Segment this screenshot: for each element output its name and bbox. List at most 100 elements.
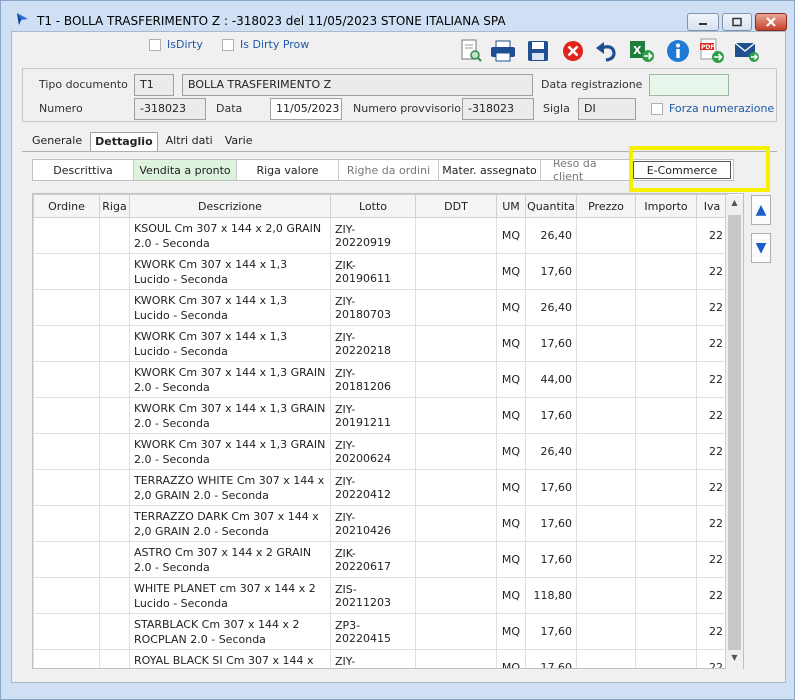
cell-lotto[interactable]: ZIY-20220406 [330,649,416,668]
subtab-mater-assegnato[interactable]: Mater. assegnato [439,160,541,180]
forza-numerazione-checkbox[interactable]: Forza numerazione [651,102,774,115]
cell-um[interactable]: MQ [496,541,526,578]
scrollbar-thumb[interactable] [728,215,741,650]
column-header-ddt[interactable]: DDT [415,194,497,218]
cell-um[interactable]: MQ [496,361,526,398]
column-header-quantita[interactable]: Quantita [525,194,577,218]
column-header-ordine[interactable]: Ordine [33,194,100,218]
column-header-descrizione[interactable]: Descrizione [129,194,331,218]
cell-prezzo[interactable] [576,613,636,650]
table-row[interactable]: ROYAL BLACK SI Cm 307 x 144 x 2,0ZIY-202… [33,649,728,668]
cell-quantita[interactable]: 17,60 [525,649,577,668]
cell-iva[interactable]: 22 [696,577,728,614]
cell-riga[interactable] [99,505,130,542]
cell-riga[interactable] [99,577,130,614]
cell-prezzo[interactable] [576,361,636,398]
cell-quantita[interactable]: 26,40 [525,289,577,326]
table-row[interactable]: KWORK Cm 307 x 144 x 1,3 GRAIN 2.0 - Sec… [33,397,728,434]
table-row[interactable]: TERRAZZO WHITE Cm 307 x 144 x 2,0 GRAIN … [33,469,728,506]
cell-quantita[interactable]: 17,60 [525,469,577,506]
cell-um[interactable]: MQ [496,217,526,254]
cell-importo[interactable] [635,397,697,434]
cell-importo[interactable] [635,289,697,326]
subtab-descrittiva[interactable]: Descrittiva [33,160,134,180]
scroll-down-arrow-icon[interactable]: ▼ [729,653,740,665]
cell-quantita[interactable]: 44,00 [525,361,577,398]
tab-generale[interactable]: Generale [28,132,86,152]
column-header-iva[interactable]: Iva [696,194,728,218]
cell-quantita[interactable]: 17,60 [525,541,577,578]
cell-ordine[interactable] [33,397,100,434]
cell-descrizione[interactable]: KSOUL Cm 307 x 144 x 2,0 GRAIN 2.0 - Sec… [129,217,331,254]
print-button[interactable] [490,38,516,64]
tipo-documento-code-field[interactable]: T1 [134,74,174,96]
cell-riga[interactable] [99,433,130,470]
cell-ddt[interactable] [415,613,497,650]
subtab-riga-valore[interactable]: Riga valore [237,160,339,180]
cell-um[interactable]: MQ [496,397,526,434]
cell-ordine[interactable] [33,613,100,650]
cell-iva[interactable]: 22 [696,469,728,506]
minimize-button[interactable] [687,13,719,31]
cell-quantita[interactable]: 26,40 [525,433,577,470]
cell-descrizione[interactable]: WHITE PLANET cm 307 x 144 x 2 Lucido - S… [129,577,331,614]
cell-iva[interactable]: 22 [696,217,728,254]
cell-ordine[interactable] [33,361,100,398]
search-document-button[interactable] [458,38,484,64]
cell-ddt[interactable] [415,649,497,668]
cell-iva[interactable]: 22 [696,325,728,362]
cell-um[interactable]: MQ [496,325,526,362]
cell-lotto[interactable]: ZIK-20220617 [330,541,416,578]
cell-prezzo[interactable] [576,289,636,326]
cell-quantita[interactable]: 17,60 [525,613,577,650]
table-row[interactable]: KWORK Cm 307 x 144 x 1,3 GRAIN 2.0 - Sec… [33,361,728,398]
column-header-riga[interactable]: Riga [99,194,130,218]
cell-importo[interactable] [635,505,697,542]
cell-importo[interactable] [635,361,697,398]
cell-prezzo[interactable] [576,397,636,434]
numero-provvisorio-field[interactable]: -318023 [462,98,534,120]
cell-um[interactable]: MQ [496,577,526,614]
cell-iva[interactable]: 22 [696,613,728,650]
cell-ordine[interactable] [33,253,100,290]
cell-ddt[interactable] [415,361,497,398]
cell-descrizione[interactable]: STARBLACK Cm 307 x 144 x 2 ROCPLAN 2.0 -… [129,613,331,650]
cell-descrizione[interactable]: KWORK Cm 307 x 144 x 1,3 GRAIN 2.0 - Sec… [129,433,331,470]
tipo-documento-description-field[interactable]: BOLLA TRASFERIMENTO Z [182,74,533,96]
move-row-up-button[interactable]: ▲ [751,195,771,225]
cell-iva[interactable]: 22 [696,253,728,290]
data-registrazione-field[interactable] [649,74,729,96]
pdf-export-button[interactable]: PDF [699,38,725,64]
cell-quantita[interactable]: 118,80 [525,577,577,614]
save-button[interactable] [525,38,551,64]
info-button[interactable] [665,38,691,64]
cell-lotto[interactable]: ZIY-20220412 [330,469,416,506]
cell-quantita[interactable]: 17,60 [525,505,577,542]
cell-um[interactable]: MQ [496,613,526,650]
cell-iva[interactable]: 22 [696,505,728,542]
cell-riga[interactable] [99,613,130,650]
cell-lotto[interactable]: ZIY-20180703 [330,289,416,326]
cell-prezzo[interactable] [576,505,636,542]
cell-lotto[interactable]: ZIY-20181206 [330,361,416,398]
cell-riga[interactable] [99,469,130,506]
column-header-prezzo[interactable]: Prezzo [576,194,636,218]
cell-iva[interactable]: 22 [696,361,728,398]
undo-button[interactable] [594,38,620,64]
cell-lotto[interactable]: ZIS-20211203 [330,577,416,614]
cell-um[interactable]: MQ [496,505,526,542]
table-row[interactable]: KSOUL Cm 307 x 144 x 2,0 GRAIN 2.0 - Sec… [33,217,728,254]
tab-varie[interactable]: Varie [221,132,257,152]
cell-ddt[interactable] [415,433,497,470]
is-dirty-prow-checkbox[interactable]: Is Dirty Prow [222,38,309,51]
cell-lotto[interactable]: ZP3-20220415 [330,613,416,650]
cell-riga[interactable] [99,289,130,326]
cell-lotto[interactable]: ZIY-20220919 [330,217,416,254]
cell-ordine[interactable] [33,325,100,362]
cell-ordine[interactable] [33,577,100,614]
cell-quantita[interactable]: 17,60 [525,253,577,290]
subtab-vendita-a-pronto[interactable]: Vendita a pronto [134,160,237,180]
cell-riga[interactable] [99,541,130,578]
cell-lotto[interactable]: ZIK-20190611 [330,253,416,290]
cell-iva[interactable]: 22 [696,289,728,326]
